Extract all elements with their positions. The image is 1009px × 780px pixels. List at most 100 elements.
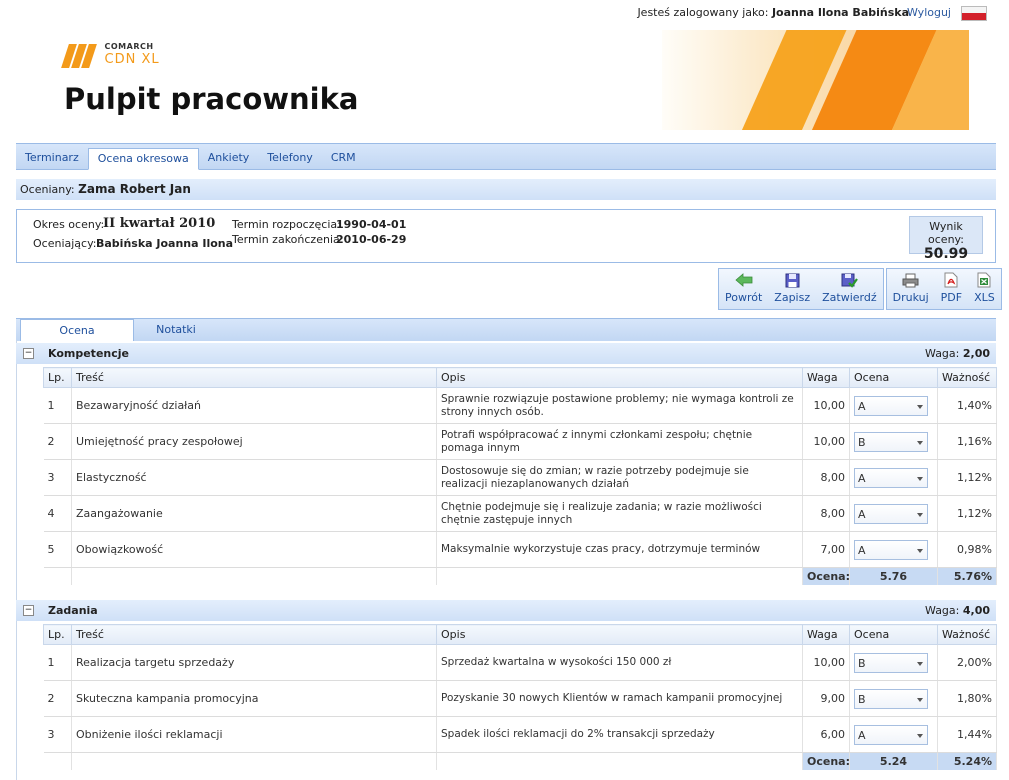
section-header-kompetencje: − Kompetencje Waga: 2,00 [16,343,996,364]
col-tresc[interactable]: Treść [71,367,437,388]
row-waznosc: 1,40% [937,387,997,424]
top-bar: Jesteś zalogowany jako: Joanna Ilona Bab… [0,0,1009,26]
col-waga[interactable]: Waga [802,367,850,388]
col-waznosc[interactable]: Ważność [937,624,997,645]
grade-select[interactable]: A [854,724,928,745]
row-lp: 4 [43,495,72,532]
summary-pct: 5.24% [937,752,997,770]
save-approve-icon [841,273,858,288]
grade-select[interactable]: A [854,539,928,560]
tab-terminarz[interactable]: Terminarz [16,148,88,168]
section-name: Zadania [48,604,98,617]
col-tresc[interactable]: Treść [71,624,437,645]
row-ocena-cell: A [849,459,938,496]
col-waznosc[interactable]: Ważność [937,367,997,388]
collapse-toggle-icon[interactable]: − [23,348,34,359]
floppy-disk-icon [785,273,800,287]
summary-value: 5.24 [849,752,938,770]
polish-flag-icon[interactable] [961,6,987,21]
subtab-notatki[interactable]: Notatki [134,319,218,340]
row-tresc: Obowiązkowość [71,531,437,568]
xls-export-button[interactable]: XLS [968,269,1001,309]
result-value: 50.99 [923,246,969,262]
row-ocena-cell: A [849,495,938,532]
row-waga: 10,00 [802,644,850,681]
subtab-ocena[interactable]: Ocena [20,319,134,341]
row-lp: 1 [43,644,72,681]
evaluator-value: Babińska Joanna Ilona [96,237,234,250]
row-opis: Sprzedaż kwartalna w wysokości 150 000 z… [436,644,803,681]
grade-select[interactable]: B [854,652,928,673]
row-tresc: Zaangażowanie [71,495,437,532]
sub-tab-bar: Ocena Notatki [16,318,996,341]
table-row: 1 Realizacja targetu sprzedaży Sprzedaż kw… [43,644,997,681]
evaluated-name: Zama Robert Jan [78,182,191,196]
col-opis[interactable]: Opis [436,624,803,645]
back-arrow-icon [735,273,753,287]
grade-value: B [858,435,866,449]
back-button[interactable]: Powrót [719,269,768,309]
grade-select[interactable]: B [854,688,928,709]
row-ocena-cell: B [849,423,938,460]
result-label: Wynik oceny: [928,220,964,246]
evaluation-result-box: Wynik oceny: 50.99 [909,216,983,262]
col-ocena[interactable]: Ocena [849,624,938,645]
row-lp: 3 [43,716,72,753]
row-waznosc: 0,98% [937,531,997,568]
row-lp: 3 [43,459,72,496]
pdf-export-button[interactable]: PDF [935,269,968,309]
row-opis: Potrafi współpracować z innymi członkami… [436,423,803,460]
row-ocena-cell: A [849,531,938,568]
row-opis: Dostosowuje się do zmian; w razie potrze… [436,459,803,496]
dropdown-arrow-icon [917,512,923,517]
comarch-cdn-xl-logo: COMARCH CDN XL [61,42,160,70]
row-waga: 6,00 [802,716,850,753]
row-opis: Sprawnie rozwiązuje postawione problemy;… [436,387,803,424]
row-waga: 10,00 [802,423,850,460]
row-tresc: Umiejętność pracy zespołowej [71,423,437,460]
save-button[interactable]: Zapisz [768,269,816,309]
summary-row: Ocena: 5.24 5.24% [43,752,997,770]
table-row: 2 Umiejętność pracy zespołowej Potrafi wsp… [43,423,997,460]
row-opis: Spadek ilości reklamacji do 2% transakcj… [436,716,803,753]
action-toolbar: Powrót Zapisz Zatwierdź Drukuj PDF XLS [718,268,1004,310]
main-tab-bar: Terminarz Ocena okresowa Ankiety Telefon… [16,143,996,170]
grade-select[interactable]: A [854,467,928,488]
tab-telefony[interactable]: Telefony [258,148,322,168]
col-opis[interactable]: Opis [436,367,803,388]
col-ocena[interactable]: Ocena [849,367,938,388]
logged-user-name: Joanna Ilona Babińska [771,6,909,19]
tab-ocena-okresowa[interactable]: Ocena okresowa [87,148,199,170]
grade-select[interactable]: A [854,503,928,524]
approve-button[interactable]: Zatwierdź [816,269,883,309]
row-tresc: Elastyczność [71,459,437,496]
grade-select[interactable]: B [854,431,928,452]
tab-ankiety[interactable]: Ankiety [199,148,259,168]
grade-value: A [858,728,866,742]
row-waznosc: 1,16% [937,423,997,460]
header-banner-graphic [662,30,969,130]
grade-select[interactable]: A [854,395,928,416]
evaluator-label: Oceniający: [33,237,97,250]
col-waga[interactable]: Waga [802,624,850,645]
col-lp[interactable]: Lp. [43,624,72,645]
period-value: II kwartał 2010 [103,216,216,231]
dropdown-arrow-icon [917,697,923,702]
col-lp[interactable]: Lp. [43,367,72,388]
print-button[interactable]: Drukuj [887,269,935,309]
row-waznosc: 1,80% [937,680,997,717]
row-waga: 8,00 [802,495,850,532]
tab-crm[interactable]: CRM [322,148,365,168]
evaluation-info-panel: Okres oceny: II kwartał 2010 Oceniający:… [16,209,996,263]
row-ocena-cell: A [849,716,938,753]
collapse-toggle-icon[interactable]: − [23,605,34,616]
summary-label: Ocena: [802,752,850,770]
grade-value: A [858,399,866,413]
logged-prefix: Jesteś zalogowany jako: [637,6,769,19]
comarch-logo-icon [61,42,97,70]
end-date-label: Termin zakończenia: [232,233,344,246]
row-ocena-cell: B [849,644,938,681]
row-waznosc: 1,44% [937,716,997,753]
logout-link[interactable]: Wyloguj [907,6,951,19]
end-date-value: 2010-06-29 [336,233,407,246]
